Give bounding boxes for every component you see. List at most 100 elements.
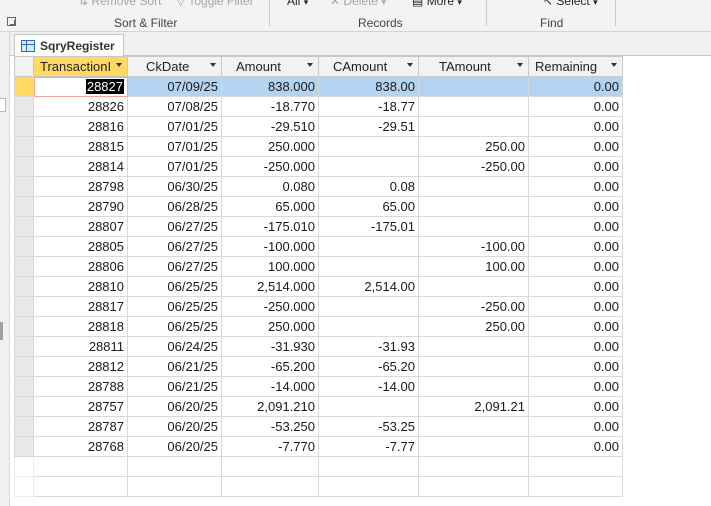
table-row[interactable]: 28806 06/27/25 100.000 100.00 0.00 [14, 256, 623, 277]
cell-transactionid[interactable]: 28805 [33, 236, 128, 257]
table-row[interactable]: 28817 06/25/25 -250.000 -250.00 0.00 [14, 296, 623, 317]
cell-camount[interactable] [318, 236, 419, 257]
column-header-amount[interactable]: Amount [221, 56, 319, 77]
cell-camount[interactable]: 838.00 [318, 76, 419, 97]
record-selector[interactable] [14, 276, 34, 297]
cell-ckdate[interactable]: 07/01/25 [127, 136, 222, 157]
cell-remaining[interactable]: 0.00 [528, 436, 623, 457]
table-row[interactable]: 28811 06/24/25 -31.930 -31.93 0.00 [14, 336, 623, 357]
cell-remaining[interactable]: 0.00 [528, 416, 623, 437]
cell-tamount[interactable] [418, 376, 529, 397]
record-selector[interactable] [14, 356, 34, 377]
table-row[interactable]: 28826 07/08/25 -18.770 -18.77 0.00 [14, 96, 623, 117]
cell-remaining[interactable]: 0.00 [528, 276, 623, 297]
table-row[interactable]: 28805 06/27/25 -100.000 -100.00 0.00 [14, 236, 623, 257]
column-header-remaining[interactable]: Remaining [528, 56, 623, 77]
cell-transactionid[interactable]: 28811 [33, 336, 128, 357]
cell-tamount[interactable]: 250.00 [418, 316, 529, 337]
cell-remaining[interactable]: 0.00 [528, 116, 623, 137]
cell-tamount[interactable] [418, 436, 529, 457]
column-header-ckdate[interactable]: CkDate [127, 56, 222, 77]
cell-transactionid[interactable]: 28818 [33, 316, 128, 337]
cell-transactionid[interactable]: 28798 [33, 176, 128, 197]
cell-amount[interactable]: -14.000 [221, 376, 319, 397]
cell-remaining[interactable]: 0.00 [528, 136, 623, 157]
cell-amount[interactable]: -29.510 [221, 116, 319, 137]
cell-ckdate[interactable]: 07/08/25 [127, 96, 222, 117]
cell-camount[interactable]: -65.20 [318, 356, 419, 377]
table-row[interactable]: 28768 06/20/25 -7.770 -7.77 0.00 [14, 436, 623, 457]
cell-ckdate[interactable]: 06/25/25 [127, 296, 222, 317]
table-row[interactable]: 28818 06/25/25 250.000 250.00 0.00 [14, 316, 623, 337]
column-header-transactionid[interactable]: TransactionI [33, 56, 128, 77]
select-button[interactable]: ↖ Select ▾ [543, 0, 598, 8]
cell-camount[interactable]: -18.77 [318, 96, 419, 117]
tab-sqryregister[interactable]: SqryRegister [14, 34, 124, 57]
cell-amount[interactable]: 250.000 [221, 136, 319, 157]
cell-transactionid[interactable]: 28815 [33, 136, 128, 157]
cell-remaining[interactable]: 0.00 [528, 236, 623, 257]
dropdown-arrow-icon[interactable] [210, 63, 216, 67]
cell-tamount[interactable] [418, 336, 529, 357]
nav-pane-toggle[interactable] [0, 98, 6, 112]
cell-remaining[interactable]: 0.00 [528, 216, 623, 237]
cell-amount[interactable]: -53.250 [221, 416, 319, 437]
cell-camount[interactable]: 2,514.00 [318, 276, 419, 297]
cell-remaining[interactable]: 0.00 [528, 396, 623, 417]
cell-tamount[interactable] [418, 96, 529, 117]
cell-transactionid[interactable]: 28827 [33, 76, 128, 97]
record-selector[interactable] [14, 156, 34, 177]
cell-remaining[interactable]: 0.00 [528, 156, 623, 177]
cell-ckdate[interactable]: 06/27/25 [127, 236, 222, 257]
record-selector[interactable] [14, 256, 34, 277]
cell-amount[interactable]: -250.000 [221, 296, 319, 317]
cell-ckdate[interactable]: 06/27/25 [127, 216, 222, 237]
cell-transactionid[interactable]: 28787 [33, 416, 128, 437]
cell-tamount[interactable] [418, 416, 529, 437]
cell-remaining[interactable]: 0.00 [528, 176, 623, 197]
cell-ckdate[interactable]: 06/21/25 [127, 376, 222, 397]
cell-tamount[interactable] [418, 176, 529, 197]
cell-amount[interactable]: -175.010 [221, 216, 319, 237]
cell-amount[interactable]: 2,091.210 [221, 396, 319, 417]
cell-amount[interactable]: 100.000 [221, 256, 319, 277]
table-row[interactable]: 28816 07/01/25 -29.510 -29.51 0.00 [14, 116, 623, 137]
cell-tamount[interactable]: -250.00 [418, 156, 529, 177]
cell-ckdate[interactable]: 06/28/25 [127, 196, 222, 217]
cell-remaining[interactable]: 0.00 [528, 196, 623, 217]
more-button[interactable]: ▤ More ▾ [412, 0, 462, 8]
cell-camount[interactable] [318, 396, 419, 417]
cell-camount[interactable]: -29.51 [318, 116, 419, 137]
cell-amount[interactable]: 0.080 [221, 176, 319, 197]
cell-ckdate[interactable]: 06/25/25 [127, 276, 222, 297]
table-row[interactable]: 28757 06/20/25 2,091.210 2,091.21 0.00 [14, 396, 623, 417]
cell-transactionid[interactable]: 28768 [33, 436, 128, 457]
cell-ckdate[interactable]: 06/20/25 [127, 396, 222, 417]
record-selector[interactable] [14, 376, 34, 397]
cell-tamount[interactable] [418, 356, 529, 377]
cell-remaining[interactable]: 0.00 [528, 336, 623, 357]
cell-transactionid[interactable]: 28757 [33, 396, 128, 417]
record-selector[interactable] [14, 336, 34, 357]
all-button[interactable]: All ▾ [287, 0, 308, 8]
cell-camount[interactable]: 0.08 [318, 176, 419, 197]
cell-tamount[interactable]: -100.00 [418, 236, 529, 257]
table-row[interactable]: 28807 06/27/25 -175.010 -175.01 0.00 [14, 216, 623, 237]
cell-camount[interactable]: -31.93 [318, 336, 419, 357]
dropdown-arrow-icon[interactable] [307, 63, 313, 67]
cell-amount[interactable]: -250.000 [221, 156, 319, 177]
cell-ckdate[interactable]: 07/01/25 [127, 116, 222, 137]
cell-tamount[interactable]: -250.00 [418, 296, 529, 317]
cell-remaining[interactable]: 0.00 [528, 76, 623, 97]
cell-amount[interactable]: -7.770 [221, 436, 319, 457]
cell-amount[interactable]: 65.000 [221, 196, 319, 217]
cell-transactionid[interactable]: 28826 [33, 96, 128, 117]
cell-transactionid[interactable]: 28810 [33, 276, 128, 297]
cell-amount[interactable]: 838.000 [221, 76, 319, 97]
table-row[interactable]: 28798 06/30/25 0.080 0.08 0.00 [14, 176, 623, 197]
record-selector[interactable] [14, 176, 34, 197]
cell-transactionid[interactable]: 28790 [33, 196, 128, 217]
column-header-camount[interactable]: CAmount [318, 56, 419, 77]
cell-camount[interactable]: 65.00 [318, 196, 419, 217]
cell-ckdate[interactable]: 06/21/25 [127, 356, 222, 377]
